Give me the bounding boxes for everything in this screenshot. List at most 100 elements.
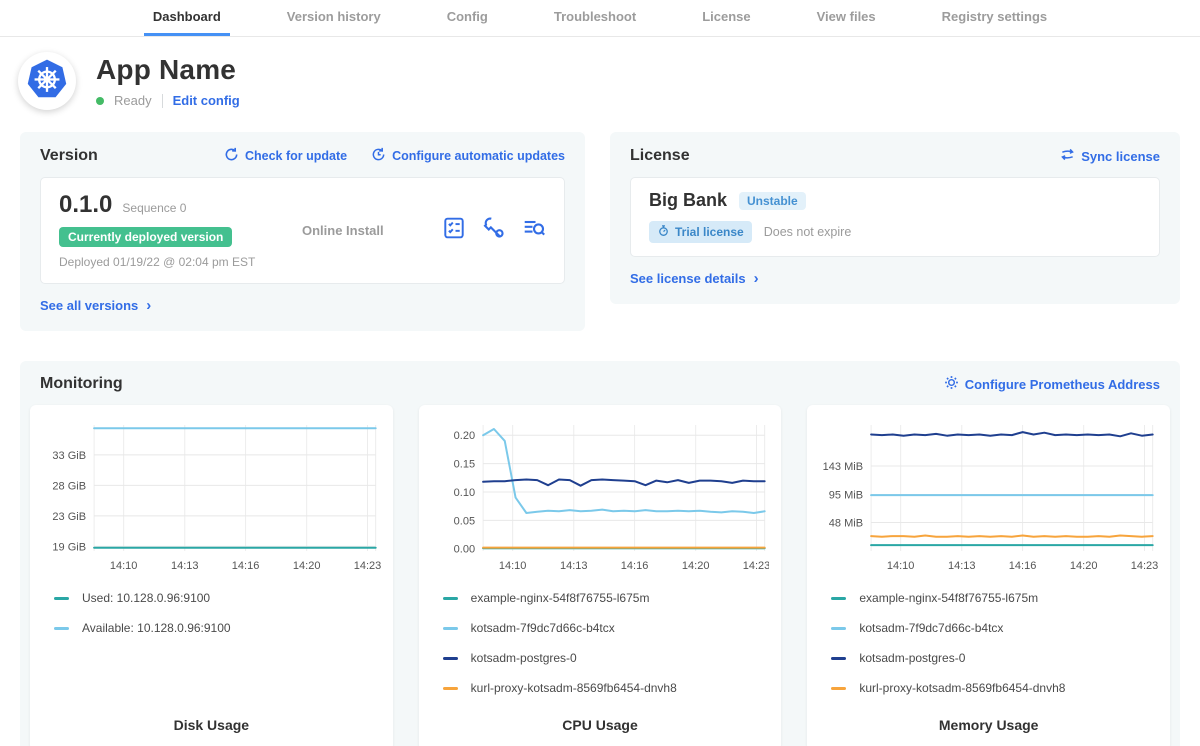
legend-item: kurl-proxy-kotsadm-8569fb6454-dnvh8 (819, 673, 1158, 703)
tab-license[interactable]: License (693, 0, 759, 36)
legend-dash-icon (443, 627, 458, 630)
see-all-versions-link[interactable]: See all versions› (40, 297, 151, 314)
legend-label: kotsadm-postgres-0 (859, 651, 965, 665)
tab-registry-settings[interactable]: Registry settings (933, 0, 1056, 36)
tab-config[interactable]: Config (438, 0, 497, 36)
diff-view-icon[interactable] (522, 216, 546, 245)
legend-label: kurl-proxy-kotsadm-8569fb6454-dnvh8 (471, 681, 677, 695)
trial-license-badge: Trial license (649, 221, 752, 243)
customer-name: Big Bank (649, 190, 727, 211)
legend-item: Available: 10.128.0.96:9100 (42, 613, 381, 643)
check-for-update-link[interactable]: Check for update (224, 147, 347, 165)
preflight-checks-icon[interactable] (442, 216, 466, 245)
page-title: App Name (96, 54, 240, 86)
configure-prometheus-link[interactable]: Configure Prometheus Address (944, 375, 1160, 393)
tab-view-files[interactable]: View files (808, 0, 885, 36)
chart-title: CPU Usage (431, 703, 770, 741)
legend-label: Available: 10.128.0.96:9100 (82, 621, 231, 635)
deployed-timestamp: Deployed 01/19/22 @ 02:04 pm EST (59, 255, 294, 269)
svg-text:14:23: 14:23 (354, 560, 381, 572)
legend-dash-icon (443, 657, 458, 660)
svg-text:14:23: 14:23 (1131, 560, 1158, 572)
license-title: License (630, 147, 690, 165)
legend-label: kotsadm-7f9dc7d66c-b4tcx (859, 621, 1003, 635)
legend-label: kotsadm-postgres-0 (471, 651, 577, 665)
config-wrench-icon[interactable] (482, 216, 506, 245)
legend-dash-icon (443, 597, 458, 600)
legend-item: kotsadm-7f9dc7d66c-b4tcx (431, 613, 770, 643)
legend-item: kotsadm-7f9dc7d66c-b4tcx (819, 613, 1158, 643)
svg-text:14:13: 14:13 (948, 560, 976, 572)
svg-text:0.15: 0.15 (453, 459, 474, 471)
version-number: 0.1.0 (59, 191, 112, 219)
license-expiry: Does not expire (764, 225, 852, 239)
svg-text:14:10: 14:10 (110, 560, 138, 572)
cpu-usage-card: 14:10 14:13 14:16 14:20 14:23 0.20 0.15 0.10 0.0… (419, 405, 782, 746)
svg-text:0.20: 0.20 (453, 430, 474, 442)
tab-dashboard[interactable]: Dashboard (144, 0, 230, 36)
svg-text:14:16: 14:16 (232, 560, 260, 572)
legend-item: kotsadm-postgres-0 (431, 643, 770, 673)
license-card: License Sync license Big Bank Unstable (610, 132, 1180, 304)
chart-title: Disk Usage (42, 703, 381, 741)
install-type-label: Online Install (294, 223, 442, 238)
svg-text:14:10: 14:10 (887, 560, 915, 572)
sync-license-link[interactable]: Sync license (1060, 147, 1160, 165)
legend-item: example-nginx-54f8f76755-l675m (431, 583, 770, 613)
chevron-right-icon: › (754, 270, 759, 287)
legend-dash-icon (54, 627, 69, 630)
status-dot (96, 97, 104, 105)
svg-text:19 GiB: 19 GiB (52, 541, 86, 553)
configure-automatic-updates-link[interactable]: Configure automatic updates (371, 147, 565, 165)
svg-text:14:13: 14:13 (560, 560, 588, 572)
svg-text:14:20: 14:20 (293, 560, 321, 572)
legend-dash-icon (443, 687, 458, 690)
clock-refresh-icon (371, 147, 386, 165)
refresh-icon (224, 147, 239, 165)
legend-dash-icon (831, 687, 846, 690)
tab-version-history[interactable]: Version history (278, 0, 390, 36)
svg-text:14:16: 14:16 (620, 560, 648, 572)
legend-dash-icon (831, 597, 846, 600)
svg-text:14:10: 14:10 (499, 560, 527, 572)
svg-text:14:20: 14:20 (682, 560, 710, 572)
top-navigation: Dashboard Version history Config Troublesho… (0, 0, 1200, 37)
edit-config-link[interactable]: Edit config (173, 93, 240, 108)
legend-dash-icon (831, 627, 846, 630)
legend-label: example-nginx-54f8f76755-l675m (471, 591, 650, 605)
app-header: App Name Ready Edit config (0, 37, 1200, 120)
legend-label: example-nginx-54f8f76755-l675m (859, 591, 1038, 605)
svg-text:0.00: 0.00 (453, 544, 474, 556)
channel-badge: Unstable (739, 192, 806, 210)
legend-item: example-nginx-54f8f76755-l675m (819, 583, 1158, 613)
cpu-usage-legend: example-nginx-54f8f76755-l675m kotsadm-7f… (431, 583, 770, 703)
version-card: Version Check for update (20, 132, 585, 331)
see-license-details-link[interactable]: See license details› (630, 270, 759, 287)
divider (162, 94, 163, 108)
disk-usage-legend: Used: 10.128.0.96:9100 Available: 10.128.… (42, 583, 381, 643)
tab-troubleshoot[interactable]: Troubleshoot (545, 0, 645, 36)
disk-usage-card: 14:1014:1314:1614:2014:2333 GiB28 GiB23 … (30, 405, 393, 746)
memory-usage-chart: 14:1014:1314:1614:2014:23143 MiB95 MiB48… (819, 417, 1158, 575)
monitoring-title: Monitoring (40, 375, 123, 393)
svg-text:95 MiB: 95 MiB (829, 490, 863, 502)
legend-item: Used: 10.128.0.96:9100 (42, 583, 381, 613)
svg-text:23 GiB: 23 GiB (52, 511, 86, 523)
svg-text:28 GiB: 28 GiB (52, 480, 86, 492)
gear-icon (944, 375, 959, 393)
svg-text:14:23: 14:23 (742, 560, 769, 572)
svg-text:48 MiB: 48 MiB (829, 517, 863, 529)
license-details-card: Big Bank Unstable Trial license Do (630, 177, 1160, 257)
memory-usage-card: 14:1014:1314:1614:2014:23143 MiB95 MiB48… (807, 405, 1170, 746)
legend-label: kotsadm-7f9dc7d66c-b4tcx (471, 621, 615, 635)
legend-dash-icon (831, 657, 846, 660)
stopwatch-icon (657, 224, 670, 240)
legend-label: kurl-proxy-kotsadm-8569fb6454-dnvh8 (859, 681, 1065, 695)
version-sequence: Sequence 0 (122, 201, 186, 215)
svg-text:143 MiB: 143 MiB (823, 461, 863, 473)
memory-usage-legend: example-nginx-54f8f76755-l675m kotsadm-7f… (819, 583, 1158, 703)
sync-arrows-icon (1060, 147, 1075, 165)
svg-text:0.10: 0.10 (453, 487, 474, 499)
legend-item: kotsadm-postgres-0 (819, 643, 1158, 673)
kubernetes-icon (24, 56, 70, 107)
